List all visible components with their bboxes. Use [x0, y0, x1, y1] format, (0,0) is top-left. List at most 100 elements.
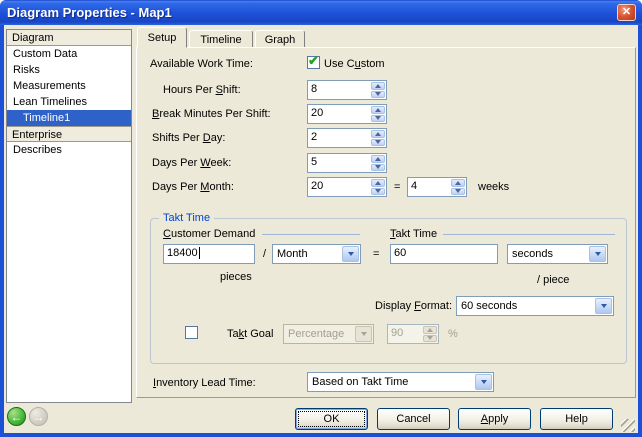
- tab-setup[interactable]: Setup: [137, 27, 187, 48]
- takt-goal-value: 90: [388, 325, 422, 343]
- spin-down-button[interactable]: [371, 91, 385, 99]
- takt-time-value: 60: [394, 247, 406, 259]
- inventory-lead-time-label: Inventory Lead Time:: [153, 377, 256, 389]
- use-custom-label: Use Custom: [324, 58, 385, 70]
- spin-down-icon: [375, 116, 381, 120]
- tree-item-risks[interactable]: Risks: [7, 62, 131, 78]
- tree-item-measurements[interactable]: Measurements: [7, 78, 131, 94]
- spin-buttons: [370, 154, 386, 172]
- takt-time-input[interactable]: 60: [390, 244, 498, 264]
- help-button[interactable]: Help: [540, 408, 613, 430]
- chevron-down-icon: [595, 252, 601, 256]
- takt-time-legend: Takt Time: [159, 212, 214, 224]
- dropdown-button[interactable]: [595, 298, 612, 314]
- spin-down-icon: [375, 140, 381, 144]
- equals-sign: =: [394, 181, 400, 193]
- window-title: Diagram Properties - Map1: [7, 5, 172, 20]
- spin-up-button[interactable]: [371, 179, 385, 187]
- takt-goal-label: Takt Goal: [227, 328, 273, 340]
- days-per-week-label: Days Per Week:: [152, 157, 231, 169]
- equals-sign: =: [373, 248, 379, 260]
- back-button[interactable]: ←: [7, 407, 26, 426]
- days-per-week-field[interactable]: 5: [307, 153, 387, 173]
- use-custom-checkbox[interactable]: ✔: [307, 56, 320, 69]
- tree-item-custom-data[interactable]: Custom Data: [7, 46, 131, 62]
- takt-unit-dropdown[interactable]: seconds: [507, 244, 608, 264]
- tab-timeline[interactable]: Timeline: [189, 30, 253, 48]
- days-per-month-value: 20: [308, 178, 370, 196]
- demand-period-value: Month: [273, 248, 341, 260]
- takt-unit-value: seconds: [508, 248, 588, 260]
- takt-goal-value-field: 90: [387, 324, 439, 344]
- cancel-button[interactable]: Cancel: [377, 408, 450, 430]
- ok-button[interactable]: OK: [295, 408, 368, 430]
- demand-period-dropdown[interactable]: Month: [272, 244, 361, 264]
- apply-button[interactable]: Apply: [458, 408, 531, 430]
- customer-demand-value: 18400: [167, 247, 198, 259]
- slash-label: /: [263, 248, 266, 260]
- per-piece-label: / piece: [537, 274, 569, 286]
- tree-item-timeline1[interactable]: Timeline1: [7, 110, 131, 126]
- tree-section-enterprise: Enterprise: [7, 126, 131, 142]
- spin-down-button[interactable]: [371, 188, 385, 196]
- spin-down-button[interactable]: [371, 164, 385, 172]
- tree-item-describes[interactable]: Describes: [7, 142, 131, 158]
- shifts-per-day-value: 2: [308, 129, 370, 147]
- days-per-week-value: 5: [308, 154, 370, 172]
- spin-up-icon: [427, 328, 433, 332]
- chevron-down-icon: [601, 304, 607, 308]
- chevron-down-icon: [348, 252, 354, 256]
- display-format-dropdown[interactable]: 60 seconds: [456, 296, 614, 316]
- days-per-month-field[interactable]: 20: [307, 177, 387, 197]
- spin-up-button[interactable]: [371, 82, 385, 90]
- spin-up-icon: [375, 84, 381, 88]
- customer-demand-rule: [262, 234, 360, 235]
- customer-demand-header: Customer Demand: [163, 228, 255, 240]
- spin-up-icon: [375, 132, 381, 136]
- spin-down-icon: [375, 189, 381, 193]
- dropdown-button[interactable]: [589, 246, 606, 262]
- forward-button: →: [29, 407, 48, 426]
- weeks-field[interactable]: 4: [407, 177, 467, 197]
- spin-up-button: [423, 326, 437, 334]
- spin-down-button[interactable]: [371, 115, 385, 123]
- dropdown-button[interactable]: [342, 246, 359, 262]
- spin-down-icon: [375, 165, 381, 169]
- takt-goal-type-value: Percentage: [284, 328, 354, 340]
- weeks-value: 4: [408, 178, 450, 196]
- shifts-per-day-field[interactable]: 2: [307, 128, 387, 148]
- spin-up-button[interactable]: [371, 130, 385, 138]
- takt-time-header: Takt Time: [390, 228, 437, 240]
- days-per-month-label: Days Per Month:: [152, 181, 234, 193]
- hours-per-shift-field[interactable]: 8: [307, 80, 387, 100]
- dropdown-button[interactable]: [475, 374, 492, 390]
- available-work-time-label: Available Work Time:: [150, 58, 253, 70]
- tree-item-lean-timelines[interactable]: Lean Timelines: [7, 94, 131, 110]
- spin-down-button: [423, 335, 437, 343]
- title-bar[interactable]: Diagram Properties - Map1 ✕: [0, 0, 642, 25]
- spin-down-button[interactable]: [371, 139, 385, 147]
- spin-buttons: [422, 325, 438, 343]
- spin-up-button[interactable]: [371, 106, 385, 114]
- shifts-per-day-label: Shifts Per Day:: [152, 132, 225, 144]
- customer-demand-input[interactable]: 18400: [163, 244, 255, 264]
- spin-up-icon: [375, 181, 381, 185]
- percent-label: %: [448, 328, 458, 340]
- spin-up-button[interactable]: [451, 179, 465, 187]
- display-format-value: 60 seconds: [457, 300, 594, 312]
- back-arrow-icon: ←: [11, 410, 23, 424]
- diagram-properties-dialog: Diagram Properties - Map1 ✕ Diagram Cust…: [0, 0, 642, 437]
- spin-down-button[interactable]: [451, 188, 465, 196]
- resize-grip[interactable]: [621, 419, 635, 432]
- inventory-lead-time-dropdown[interactable]: Based on Takt Time: [307, 372, 494, 392]
- takt-time-rule: [443, 234, 615, 235]
- spin-down-icon: [455, 189, 461, 193]
- close-button[interactable]: ✕: [617, 4, 636, 21]
- category-tree: Diagram Custom Data Risks Measurements L…: [6, 29, 132, 403]
- spin-up-button[interactable]: [371, 155, 385, 163]
- break-minutes-field[interactable]: 20: [307, 104, 387, 124]
- tab-graph[interactable]: Graph: [255, 30, 305, 48]
- takt-goal-checkbox[interactable]: [185, 326, 198, 339]
- spin-down-icon: [375, 92, 381, 96]
- spin-buttons: [370, 129, 386, 147]
